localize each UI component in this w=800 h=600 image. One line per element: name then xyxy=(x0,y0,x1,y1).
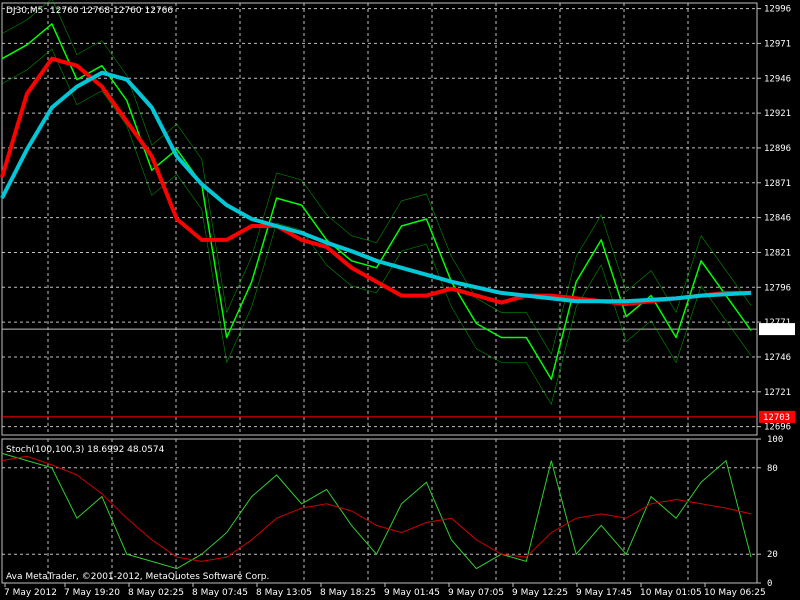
price-tick-label: 12696 xyxy=(764,423,791,433)
stoch-label: Stoch(100,100,3) 18.6992 48.0574 xyxy=(6,445,165,455)
chart-window: 12996 12971 12946 12921 12896 12871 12846 12821… xyxy=(0,0,800,600)
time-tick-label: 9 May 01:45 xyxy=(384,588,440,598)
price-tick-label: 12796 xyxy=(764,283,791,293)
price-tick-label: 12821 xyxy=(764,248,791,258)
time-tick-label: 10 May 06:25 xyxy=(704,588,766,598)
price-tick-label: 12871 xyxy=(764,179,791,189)
time-tick-label: 7 May 2012 xyxy=(4,588,57,598)
time-tick-label: 9 May 17:45 xyxy=(576,588,632,598)
time-tick-label: 8 May 13:05 xyxy=(256,588,312,598)
stoch-tick-label: 20 xyxy=(767,550,778,560)
alert-level-label: 12703 xyxy=(763,413,790,423)
time-tick-label: 8 May 18:25 xyxy=(320,588,376,598)
price-tick-label: 12996 xyxy=(764,5,791,15)
stoch-tick-label: 100 xyxy=(767,435,783,445)
price-tick-label: 12896 xyxy=(764,144,791,154)
time-tick-label: 10 May 01:05 xyxy=(640,588,702,598)
time-tick-label: 9 May 12:25 xyxy=(512,588,568,598)
price-tick-label: 12721 xyxy=(764,388,791,398)
price-tick-label: 12946 xyxy=(764,74,791,84)
stoch-tick-label: 0 xyxy=(767,579,772,589)
stoch-tick-label: 80 xyxy=(767,464,778,474)
time-tick-label: 7 May 19:20 xyxy=(64,588,120,598)
price-tick-label: 12746 xyxy=(764,353,791,363)
current-price-label: 12766 xyxy=(763,325,790,335)
time-tick-label: 8 May 02:25 xyxy=(128,588,184,598)
price-tick-label: 12921 xyxy=(764,109,791,119)
copyright-label: Ava MetaTrader, ©2001-2012, MetaQuotes S… xyxy=(6,572,269,582)
price-tick-label: 12971 xyxy=(764,39,791,49)
ohlc-label: 12760 12768 12760 12766 xyxy=(50,6,173,16)
time-tick-label: 8 May 07:45 xyxy=(192,588,248,598)
price-tick-label: 12846 xyxy=(764,214,791,224)
time-tick-label: 9 May 07:05 xyxy=(448,588,504,598)
symbol-label: DJ30,M5 xyxy=(6,6,43,16)
